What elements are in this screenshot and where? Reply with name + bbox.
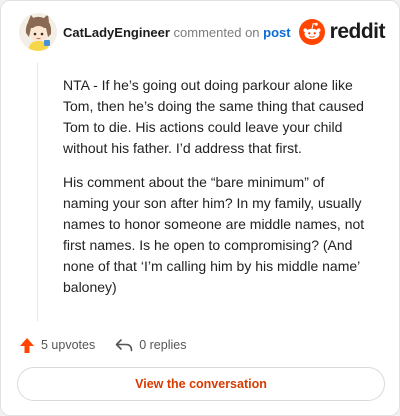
upvote-button[interactable]: 5 upvotes [19,337,95,354]
comment-body: NTA - If he’s going out doing parkour al… [63,75,373,311]
byline-action-text: commented on [173,25,260,40]
avatar-image [19,13,57,51]
user-avatar[interactable] [19,13,57,51]
replies-button[interactable]: 0 replies [115,338,186,353]
reddit-wordmark: reddit [329,20,386,43]
comment-embed-card: CatLadyEngineer commented on post reddit… [0,0,400,416]
byline: CatLadyEngineer commented on post [63,25,291,40]
upvote-count: 5 upvotes [41,338,96,352]
username-link[interactable]: CatLadyEngineer [63,25,170,40]
thread-line [37,63,38,321]
comment-paragraph: His comment about the “bare minimum” of … [63,174,365,295]
comment-header: CatLadyEngineer commented on post reddit [15,11,386,55]
upvote-arrow-icon [20,337,34,353]
comment-actions: 5 upvotes 0 replies [19,335,186,355]
reply-arrow-icon [115,338,133,351]
view-conversation-button[interactable]: View the conversation [17,367,385,401]
reddit-snoo-icon [298,19,325,45]
reddit-logo[interactable]: reddit [298,19,386,45]
reply-count: 0 replies [139,338,187,352]
post-link[interactable]: post [263,25,290,40]
comment-paragraph: NTA - If he’s going out doing parkour al… [63,77,364,156]
